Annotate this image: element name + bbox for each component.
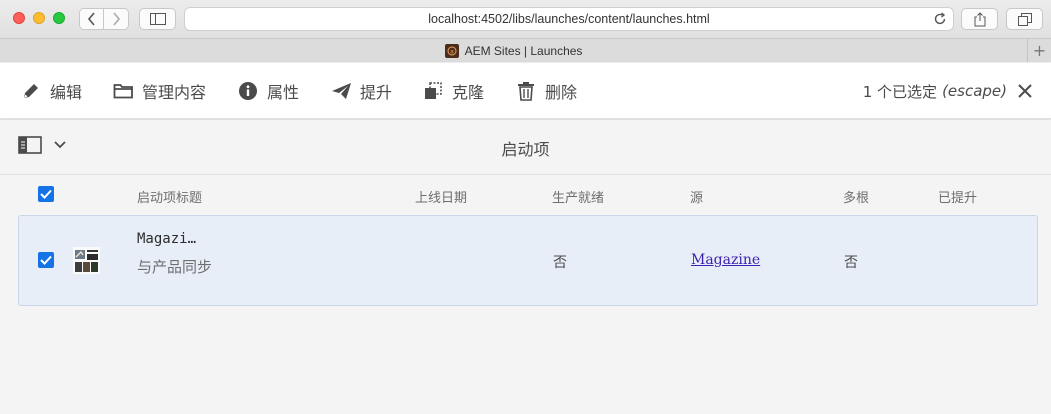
trash-icon bbox=[515, 80, 537, 102]
share-icon bbox=[974, 11, 985, 26]
select-all-checkbox[interactable] bbox=[38, 186, 54, 202]
tabs-overview-icon bbox=[1017, 12, 1032, 26]
edit-label: 编辑 bbox=[50, 83, 83, 102]
column-header-promoted[interactable]: 已提升 bbox=[938, 187, 977, 206]
page-title: 启动项 bbox=[501, 140, 550, 159]
share-button[interactable] bbox=[961, 8, 998, 30]
browser-chrome: localhost:4502/libs/launches/content/lau… bbox=[0, 0, 1051, 62]
aem-favicon-icon: a bbox=[444, 43, 459, 58]
manage-content-button[interactable]: 管理内容 bbox=[112, 80, 206, 102]
promote-label: 提升 bbox=[360, 83, 393, 102]
reload-icon[interactable] bbox=[933, 12, 947, 26]
properties-label: 属性 bbox=[267, 83, 300, 102]
address-bar[interactable]: localhost:4502/libs/launches/content/lau… bbox=[184, 7, 954, 31]
active-tab[interactable]: a AEM Sites | Launches bbox=[0, 39, 1027, 62]
table-header: 启动项标题 上线日期 生产就绪 源 多根 已提升 bbox=[0, 176, 1051, 214]
selection-status: 1 个已选定 (escape) bbox=[863, 80, 1035, 102]
selection-count: 1 个已选定 bbox=[862, 82, 938, 101]
delete-button[interactable]: 删除 bbox=[515, 80, 577, 102]
properties-button[interactable]: 属性 bbox=[237, 80, 299, 102]
column-header-source[interactable]: 源 bbox=[690, 187, 703, 206]
title-bar: 启动项 bbox=[0, 120, 1051, 175]
sidebar-toggle-button[interactable] bbox=[139, 8, 176, 30]
forward-button[interactable] bbox=[104, 8, 129, 30]
close-selection-icon[interactable] bbox=[1015, 81, 1035, 101]
column-header-multi-root[interactable]: 多根 bbox=[843, 187, 869, 206]
checkmark-icon bbox=[40, 255, 52, 265]
zoom-window-button[interactable] bbox=[53, 12, 65, 24]
svg-text:a: a bbox=[450, 48, 454, 55]
duplicate-icon bbox=[422, 80, 444, 102]
production-ready-cell: 否 bbox=[553, 255, 567, 271]
new-tab-button[interactable]: + bbox=[1027, 39, 1051, 62]
tab-title: AEM Sites | Launches bbox=[464, 43, 583, 58]
sidebar-icon bbox=[149, 13, 166, 25]
promote-button[interactable]: 提升 bbox=[330, 80, 392, 102]
launch-subtitle: 与产品同步 bbox=[137, 258, 213, 276]
clone-button[interactable]: 克隆 bbox=[422, 80, 484, 102]
manage-content-label: 管理内容 bbox=[142, 83, 207, 102]
checkmark-icon bbox=[40, 189, 52, 199]
column-header-title[interactable]: 启动项标题 bbox=[137, 187, 202, 206]
source-cell: Magazine bbox=[691, 252, 760, 268]
column-header-live-date[interactable]: 上线日期 bbox=[415, 187, 467, 206]
send-icon bbox=[330, 80, 352, 102]
pencil-icon bbox=[20, 80, 42, 102]
table-row[interactable]: Magazi… 与产品同步 否 Magazine 否 bbox=[18, 215, 1038, 306]
tab-strip: a AEM Sites | Launches + bbox=[0, 38, 1051, 62]
info-icon bbox=[237, 80, 259, 102]
folder-icon bbox=[112, 80, 134, 102]
action-bar: 编辑 管理内容 属性 提升 克隆 删除 1 个已选定 (escape) bbox=[0, 63, 1051, 119]
page-thumbnail bbox=[73, 247, 100, 274]
edit-button[interactable]: 编辑 bbox=[20, 80, 82, 102]
row-checkbox[interactable] bbox=[38, 252, 54, 268]
launch-title[interactable]: Magazi… bbox=[137, 231, 196, 247]
escape-hint: (escape) bbox=[942, 82, 1007, 100]
back-button[interactable] bbox=[79, 8, 104, 30]
source-link[interactable]: Magazine bbox=[691, 252, 760, 268]
multi-root-cell: 否 bbox=[844, 255, 858, 271]
column-header-production-ready[interactable]: 生产就绪 bbox=[552, 187, 604, 206]
show-tabs-button[interactable] bbox=[1006, 8, 1043, 30]
chevron-right-icon bbox=[113, 12, 121, 26]
minimize-window-button[interactable] bbox=[33, 12, 45, 24]
delete-label: 删除 bbox=[545, 83, 578, 102]
url-text: localhost:4502/libs/launches/content/lau… bbox=[428, 12, 710, 26]
chevron-left-icon bbox=[87, 12, 95, 26]
close-window-button[interactable] bbox=[13, 12, 25, 24]
clone-label: 克隆 bbox=[452, 83, 485, 102]
